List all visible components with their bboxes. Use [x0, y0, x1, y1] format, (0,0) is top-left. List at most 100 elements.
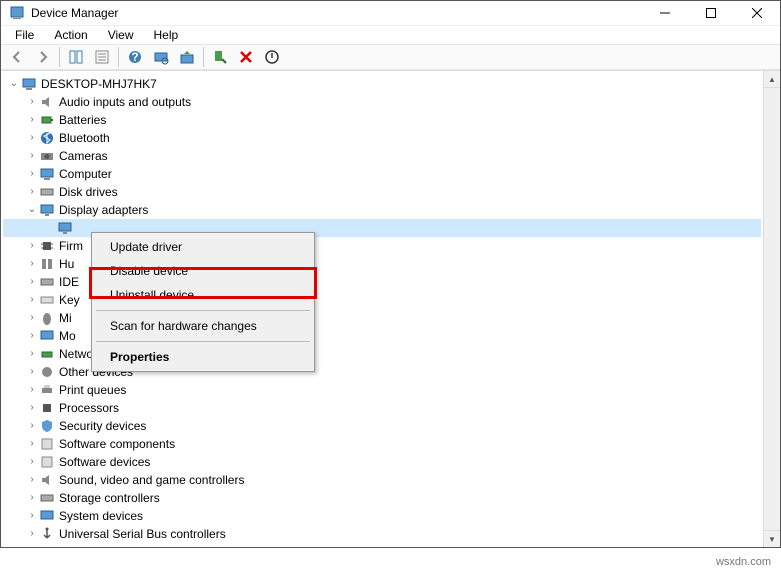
enable-device-button[interactable]: [208, 45, 232, 69]
security-icon: [39, 418, 55, 434]
menu-help[interactable]: Help: [146, 26, 187, 44]
label: Bluetooth: [59, 131, 110, 145]
expand-icon[interactable]: ›: [25, 511, 39, 521]
tree-item-display[interactable]: ⌄Display adapters: [3, 201, 761, 219]
ctx-uninstall-device[interactable]: Uninstall device: [94, 283, 312, 307]
expand-icon[interactable]: ›: [25, 439, 39, 449]
label: Computer: [59, 167, 112, 181]
expand-icon[interactable]: ›: [25, 241, 39, 251]
tree-item-processors[interactable]: ›Processors: [3, 399, 761, 417]
label: Batteries: [59, 113, 106, 127]
ide-icon: [39, 274, 55, 290]
close-button[interactable]: [734, 1, 780, 25]
camera-icon: [39, 148, 55, 164]
expand-icon[interactable]: ›: [25, 133, 39, 143]
expand-icon[interactable]: ›: [25, 475, 39, 485]
tree-root[interactable]: ⌄ DESKTOP-MHJ7HK7: [3, 75, 761, 93]
minimize-button[interactable]: [642, 1, 688, 25]
ctx-properties[interactable]: Properties: [94, 345, 312, 369]
ctx-update-driver[interactable]: Update driver: [94, 235, 312, 259]
help-button[interactable]: ?: [123, 45, 147, 69]
expand-icon[interactable]: ›: [25, 97, 39, 107]
back-button[interactable]: [5, 45, 29, 69]
computer-icon: [21, 76, 37, 92]
ctx-disable-device[interactable]: Disable device: [94, 259, 312, 283]
menu-bar: File Action View Help: [1, 26, 780, 44]
properties-button[interactable]: [90, 45, 114, 69]
expand-icon[interactable]: ›: [25, 151, 39, 161]
menu-action[interactable]: Action: [46, 26, 95, 44]
disk-icon: [39, 184, 55, 200]
label: Properties: [110, 350, 169, 364]
label: Scan for hardware changes: [110, 319, 257, 333]
label: Universal Serial Bus controllers: [59, 527, 226, 541]
expand-icon[interactable]: ›: [25, 385, 39, 395]
expand-icon[interactable]: ›: [25, 313, 39, 323]
scan-hardware-button[interactable]: [149, 45, 173, 69]
title-bar: Device Manager: [1, 1, 780, 26]
forward-button[interactable]: [31, 45, 55, 69]
tree-item-computer[interactable]: › Computer: [3, 165, 761, 183]
menu-file[interactable]: File: [7, 26, 42, 44]
expand-icon[interactable]: ›: [25, 349, 39, 359]
tree-item-cameras[interactable]: ›Cameras: [3, 147, 761, 165]
tree-item-storage[interactable]: ›Storage controllers: [3, 489, 761, 507]
computer-icon: [39, 166, 55, 182]
show-hide-console-button[interactable]: [64, 45, 88, 69]
system-icon: [39, 508, 55, 524]
maximize-button[interactable]: [688, 1, 734, 25]
expand-icon[interactable]: ›: [25, 187, 39, 197]
ctx-scan-hardware[interactable]: Scan for hardware changes: [94, 314, 312, 338]
tree-item-usb[interactable]: › Universal Serial Bus controllers: [3, 525, 761, 543]
software-icon: [39, 436, 55, 452]
keyboard-icon: [39, 292, 55, 308]
expand-icon[interactable]: ›: [25, 169, 39, 179]
expand-icon[interactable]: ›: [25, 295, 39, 305]
label: Mi: [59, 311, 72, 325]
scroll-down-button[interactable]: ▼: [764, 530, 780, 547]
tree-item-audio[interactable]: ›Audio inputs and outputs: [3, 93, 761, 111]
label: Firm: [59, 239, 83, 253]
other-icon: [39, 364, 55, 380]
tree-item-sound[interactable]: ›Sound, video and game controllers: [3, 471, 761, 489]
bluetooth-icon: [39, 130, 55, 146]
expand-icon[interactable]: ›: [25, 529, 39, 539]
menu-view[interactable]: View: [100, 26, 142, 44]
tree-item-bluetooth[interactable]: › Bluetooth: [3, 129, 761, 147]
collapse-icon[interactable]: ⌄: [25, 205, 39, 215]
display-icon: [39, 202, 55, 218]
expand-icon[interactable]: ›: [25, 259, 39, 269]
tree-item-disk[interactable]: ›Disk drives: [3, 183, 761, 201]
ctx-separator: [96, 341, 310, 342]
collapse-icon[interactable]: ⌄: [7, 79, 21, 89]
tree-item-swdev[interactable]: ›Software devices: [3, 453, 761, 471]
tree-item-printq[interactable]: ›Print queues: [3, 381, 761, 399]
battery-icon: [39, 112, 55, 128]
window-title: Device Manager: [31, 6, 642, 20]
expand-icon[interactable]: ›: [25, 493, 39, 503]
expand-icon[interactable]: ›: [25, 403, 39, 413]
tree-item-swcomp[interactable]: › Software components: [3, 435, 761, 453]
expand-icon[interactable]: ›: [25, 421, 39, 431]
usb-icon: [39, 526, 55, 542]
disable-device-button[interactable]: [260, 45, 284, 69]
expand-icon[interactable]: ›: [25, 367, 39, 377]
expand-icon[interactable]: ›: [25, 331, 39, 341]
update-driver-button[interactable]: [175, 45, 199, 69]
expand-icon[interactable]: ›: [25, 457, 39, 467]
uninstall-device-button[interactable]: [234, 45, 258, 69]
expand-icon[interactable]: ›: [25, 277, 39, 287]
toolbar: ?: [1, 44, 780, 70]
vertical-scrollbar[interactable]: ▲ ▼: [763, 71, 780, 547]
toolbar-separator: [203, 47, 204, 67]
tree-item-security[interactable]: ›Security devices: [3, 417, 761, 435]
label: Software components: [59, 437, 175, 451]
tree-item-batteries[interactable]: › Batteries: [3, 111, 761, 129]
label: IDE: [59, 275, 79, 289]
ctx-separator: [96, 310, 310, 311]
tree-item-sysdev[interactable]: ›System devices: [3, 507, 761, 525]
svg-text:?: ?: [131, 50, 138, 64]
expand-icon[interactable]: ›: [25, 115, 39, 125]
scroll-up-button[interactable]: ▲: [764, 71, 780, 88]
hid-icon: [39, 256, 55, 272]
